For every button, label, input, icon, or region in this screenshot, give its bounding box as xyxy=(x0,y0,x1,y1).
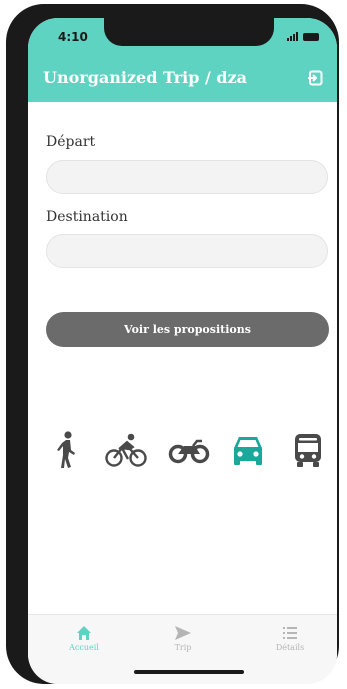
battery-icon xyxy=(303,32,319,41)
logout-icon[interactable] xyxy=(307,70,323,86)
car-icon[interactable] xyxy=(230,428,266,472)
list-icon xyxy=(260,625,320,641)
tab-trip[interactable]: Trip xyxy=(153,625,213,652)
tab-trip-label: Trip xyxy=(174,643,192,652)
tab-details[interactable]: Détails xyxy=(260,625,320,652)
transport-mode-selector xyxy=(28,428,337,472)
destination-label: Destination xyxy=(46,209,128,225)
home-indicator xyxy=(134,670,244,674)
app-header: 4:10 Unorganized Trip / dza xyxy=(28,18,337,102)
home-icon xyxy=(54,625,114,641)
motorcycle-icon[interactable] xyxy=(168,428,210,472)
view-proposals-button[interactable]: Voir les propositions xyxy=(46,312,329,347)
app-screen: 4:10 Unorganized Trip / dza Départ Desti… xyxy=(28,18,337,684)
page-title: Unorganized Trip / dza xyxy=(43,68,248,87)
walk-icon[interactable] xyxy=(52,428,82,472)
tab-accueil-label: Accueil xyxy=(69,643,99,652)
tab-details-label: Détails xyxy=(275,643,305,652)
status-indicators xyxy=(287,32,319,41)
depart-input[interactable] xyxy=(46,160,328,194)
bicycle-icon[interactable] xyxy=(104,428,148,472)
device-notch xyxy=(104,18,274,46)
tab-accueil[interactable]: Accueil xyxy=(54,625,114,652)
send-icon xyxy=(153,625,213,641)
destination-input[interactable] xyxy=(46,234,328,268)
bus-icon[interactable] xyxy=(292,428,324,472)
depart-label: Départ xyxy=(46,134,96,150)
status-time: 4:10 xyxy=(58,30,88,44)
phone-frame: 4:10 Unorganized Trip / dza Départ Desti… xyxy=(6,4,339,684)
signal-icon xyxy=(287,32,298,41)
